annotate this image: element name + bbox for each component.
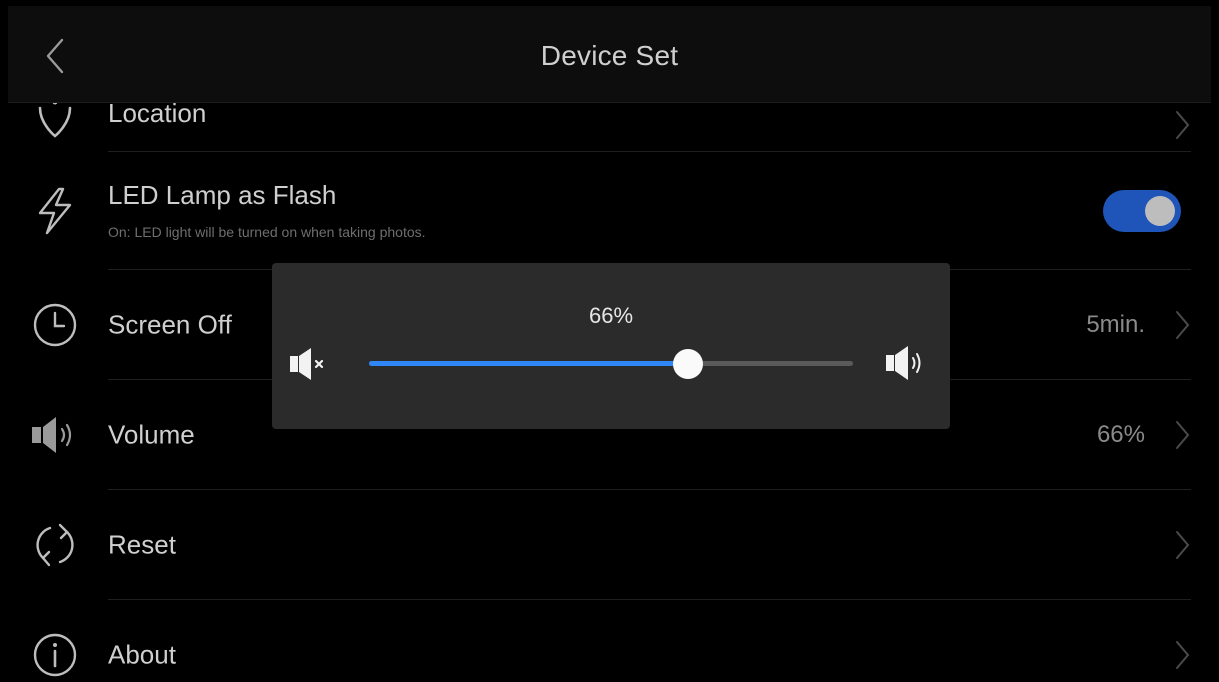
chevron-right-icon: [1176, 111, 1190, 139]
settings-item-label: About: [108, 639, 176, 670]
chevron-right-icon: [1176, 421, 1190, 449]
info-icon: [33, 633, 77, 677]
volume-slider[interactable]: [369, 349, 853, 379]
settings-item-about[interactable]: About: [8, 600, 1211, 682]
speaker-loud-icon: [886, 346, 921, 380]
flash-icon: [38, 187, 72, 235]
toggle-knob: [1145, 196, 1175, 226]
slider-thumb[interactable]: [673, 349, 704, 379]
clock-icon: [33, 303, 77, 347]
led-flash-toggle[interactable]: [1103, 190, 1181, 232]
max-volume-button[interactable]: [884, 343, 938, 383]
volume-percent-label: 66%: [588, 303, 634, 328]
slider-fill: [369, 361, 689, 366]
chevron-right-icon: [1176, 641, 1190, 669]
speaker-mute-icon: [290, 348, 324, 380]
settings-item-label: Volume: [108, 419, 195, 450]
chevron-right-icon: [1176, 531, 1190, 559]
settings-item-label: Screen Off: [108, 309, 232, 340]
settings-item-description: On: LED light will be turned on when tak…: [108, 224, 426, 240]
device-settings-screen: Device Set Location LED Lamp as Flash On…: [8, 6, 1211, 682]
settings-item-value: 5min.: [1086, 311, 1145, 338]
settings-item-value: 66%: [1096, 421, 1145, 448]
settings-item-label: Reset: [108, 529, 176, 560]
volume-popup: 66%: [272, 263, 950, 429]
header-bar: Device Set: [8, 6, 1211, 103]
settings-item-reset[interactable]: Reset: [8, 490, 1211, 600]
settings-item-label: LED Lamp as Flash: [108, 180, 337, 210]
page-title: Device Set: [540, 40, 679, 71]
speaker-icon: [32, 417, 72, 453]
mute-button[interactable]: [288, 345, 336, 383]
chevron-right-icon: [1176, 311, 1190, 339]
reset-icon: [36, 523, 74, 567]
settings-item-led-flash: LED Lamp as Flash On: LED light will be …: [8, 152, 1211, 270]
